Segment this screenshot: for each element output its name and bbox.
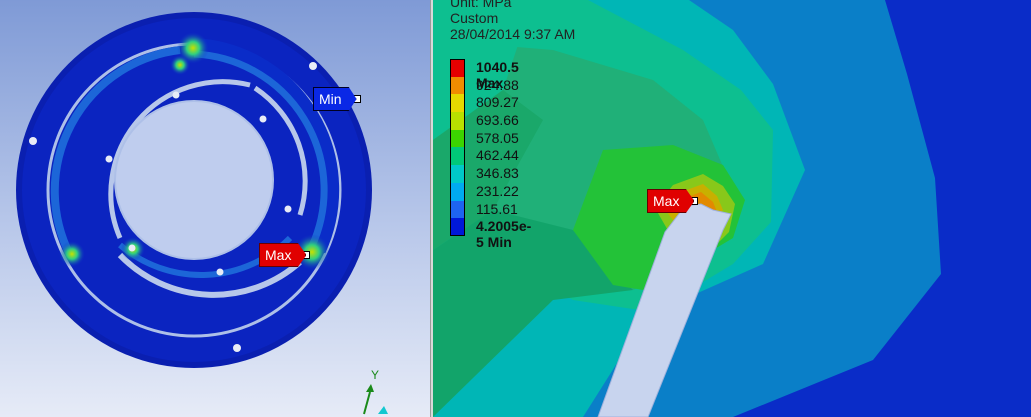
triad-y-label: Y [371, 368, 380, 382]
legend-value-label: 462.44 [476, 147, 519, 164]
legend-value-label: 115.61 [476, 200, 518, 217]
legend-color-swatch [450, 76, 465, 95]
model-view-left[interactable]: Min Max Y [0, 0, 430, 417]
legend-value-label: 231.22 [476, 182, 519, 199]
triad-y-axis-line [363, 391, 371, 415]
min-probe-left[interactable]: Min [313, 87, 361, 111]
max-probe-label-right: Max [647, 189, 695, 213]
legend-color-swatch [450, 165, 465, 183]
max-probe-left[interactable]: Max [259, 243, 311, 267]
legend-value-label: 578.05 [476, 129, 519, 146]
legend-value-label: 693.66 [476, 112, 519, 129]
legend-color-swatch [450, 147, 465, 166]
legend-value-label: 346.83 [476, 165, 519, 182]
max-probe-right[interactable]: Max [647, 189, 699, 213]
legend-value-label: 924.88 [476, 76, 519, 93]
legend-timestamp: 28/04/2014 9:37 AM [450, 26, 576, 42]
legend-color-swatch [450, 59, 465, 77]
ring-part-geometry [16, 12, 388, 415]
legend-color-swatch [450, 112, 465, 130]
legend-color-swatch [450, 129, 465, 148]
legend-value-label: 4.2005e-5 Min [476, 218, 532, 251]
zoomed-stress-contour [433, 0, 941, 417]
legend-color-swatch [450, 182, 465, 201]
legend-color-swatch [450, 218, 465, 236]
min-probe-label: Min [313, 87, 357, 111]
model-view-right-zoomed[interactable]: Unit: MPa Custom 28/04/2014 9:37 AM 1040… [433, 0, 1031, 417]
legend-header: Unit: MPa Custom 28/04/2014 9:37 AM [450, 0, 575, 42]
triad-y-arrow-icon [366, 384, 374, 392]
legend-unit: Unit: MPa [450, 0, 512, 10]
legend-scale-type: Custom [450, 10, 499, 26]
max-probe-label: Max [259, 243, 307, 267]
legend-color-swatch [450, 200, 465, 219]
legend-value-label: 809.27 [476, 94, 519, 111]
legend-color-swatch [450, 94, 465, 113]
triad-z-marker-icon [378, 406, 388, 414]
